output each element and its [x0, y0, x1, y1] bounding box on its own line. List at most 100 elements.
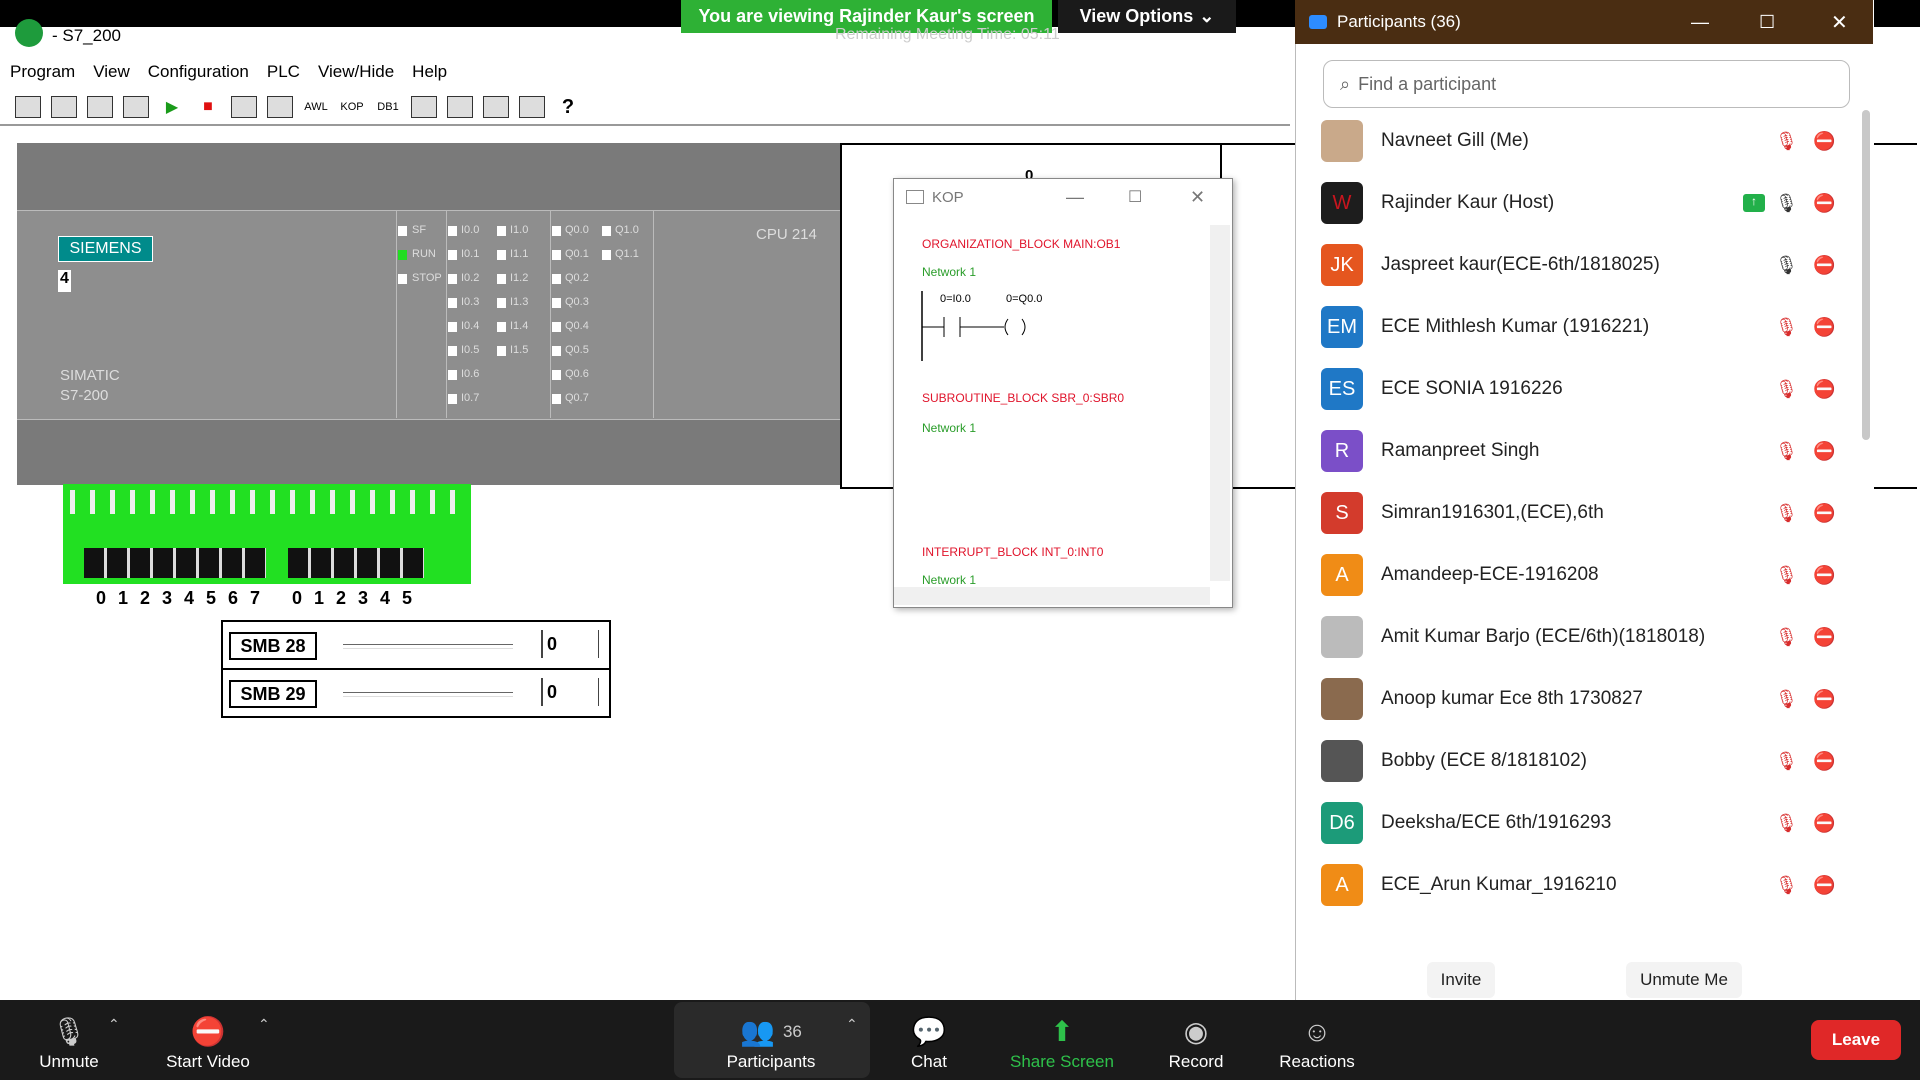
close-icon[interactable]: ✕ — [1190, 187, 1205, 208]
output-led-label: Q0.7 — [565, 392, 589, 404]
mic-muted-icon[interactable]: 🎙 — [1775, 751, 1798, 772]
run-icon[interactable]: ▶ — [158, 95, 186, 119]
start-video-button[interactable]: ⛔ Start Video — [156, 1006, 260, 1078]
participants-scrollbar[interactable] — [1862, 110, 1870, 440]
leave-button[interactable]: Leave — [1811, 1020, 1901, 1060]
computer-icon[interactable] — [266, 95, 294, 119]
participant-name: Deeksha/ECE 6th/1916293 — [1381, 812, 1612, 833]
camera-off-icon[interactable]: ⛔ — [1813, 503, 1835, 524]
td200-icon[interactable] — [482, 95, 510, 119]
unmute-button[interactable]: 🎙 Unmute — [26, 1006, 112, 1078]
save-icon[interactable] — [122, 95, 150, 119]
stop-icon[interactable]: ■ — [194, 95, 222, 119]
avatar: JK — [1321, 244, 1363, 286]
camera-off-icon[interactable]: ⛔ — [1813, 565, 1835, 586]
camera-off-icon[interactable]: ⛔ — [1813, 813, 1835, 834]
smb-value[interactable]: 0 — [541, 678, 599, 706]
smb-slider[interactable] — [343, 644, 513, 649]
view-options-button[interactable]: View Options ⌄ — [1058, 0, 1236, 33]
reactions-button[interactable]: ☺ Reactions — [1272, 1006, 1362, 1078]
mic-muted-icon[interactable]: 🎙 — [1775, 689, 1798, 710]
window-icon[interactable] — [410, 95, 438, 119]
upload-icon[interactable] — [14, 95, 42, 119]
participant-row[interactable]: Anoop kumar Ece 8th 1730827 🎙 ⛔ — [1295, 671, 1855, 727]
input-switches-b[interactable] — [288, 548, 424, 578]
mic-muted-icon[interactable]: 🎙 — [1775, 565, 1798, 586]
minimize-icon[interactable]: — — [1066, 187, 1084, 208]
camera-off-icon[interactable]: ⛔ — [1813, 689, 1835, 710]
participant-row[interactable]: JK Jaspreet kaur(ECE-6th/1818025) 🎙 ⛔ — [1295, 237, 1855, 293]
participant-row[interactable]: EM ECE Mithlesh Kumar (1916221) 🎙 ⛔ — [1295, 299, 1855, 355]
kop-button[interactable]: KOP — [338, 95, 366, 119]
camera-off-icon[interactable]: ⛔ — [1813, 379, 1835, 400]
vertical-scrollbar[interactable] — [1210, 225, 1230, 581]
menu-configuration[interactable]: Configuration — [148, 62, 249, 82]
participant-row[interactable]: A ECE_Arun Kumar_1916210 🎙 ⛔ — [1295, 857, 1855, 913]
smb-value[interactable]: 0 — [541, 630, 599, 658]
monitor-icon[interactable] — [230, 95, 258, 119]
menu-program[interactable]: Program — [10, 62, 75, 82]
participant-row[interactable]: D6 Deeksha/ECE 6th/1916293 🎙 ⛔ — [1295, 795, 1855, 851]
input-switches-a[interactable] — [84, 548, 266, 578]
mic-muted-icon[interactable]: 🎙 — [1775, 131, 1798, 152]
participant-search-input[interactable]: ⌕ Find a participant — [1323, 60, 1850, 108]
camera-off-icon[interactable]: ⛔ — [1813, 751, 1835, 772]
mic-muted-icon[interactable]: 🎙 — [1775, 813, 1798, 834]
participant-row[interactable]: Amit Kumar Barjo (ECE/6th)(1818018) 🎙 ⛔ — [1295, 609, 1855, 665]
mic-muted-icon[interactable]: 🎙 — [1775, 441, 1798, 462]
invite-button[interactable]: Invite — [1427, 962, 1495, 998]
mic-muted-icon[interactable]: 🎙 — [1775, 379, 1798, 400]
chevron-up-icon[interactable]: ⌃ — [108, 1016, 120, 1033]
mic-icon[interactable]: 🎙 — [1775, 255, 1798, 276]
record-button[interactable]: ◉ Record — [1164, 1006, 1228, 1078]
participant-row[interactable]: S Simran1916301,(ECE),6th 🎙 ⛔ — [1295, 485, 1855, 541]
participant-row[interactable]: W Rajinder Kaur (Host) ↑ 🎙 ⛔ — [1295, 175, 1855, 231]
chat-button[interactable]: 💬 Chat — [900, 1006, 958, 1078]
camera-off-icon[interactable]: ⛔ — [1813, 875, 1835, 896]
camera-off-icon[interactable]: ⛔ — [1813, 255, 1835, 276]
unmute-me-button[interactable]: Unmute Me — [1626, 962, 1742, 998]
menu-view[interactable]: View — [93, 62, 130, 82]
smb-slider[interactable] — [343, 692, 513, 697]
stop-label: STOP — [412, 272, 442, 284]
menu-plc[interactable]: PLC — [267, 62, 300, 82]
horizontal-scrollbar[interactable] — [894, 587, 1210, 605]
mic-muted-icon[interactable]: 🎙 — [1775, 503, 1798, 524]
open-icon[interactable] — [86, 95, 114, 119]
mic-muted-icon[interactable]: 🎙 — [1775, 627, 1798, 648]
maximize-icon[interactable]: ☐ — [1759, 12, 1775, 33]
close-icon[interactable]: ✕ — [1831, 10, 1848, 35]
camera-off-icon[interactable]: ⛔ — [1813, 131, 1835, 152]
avatar: ES — [1321, 368, 1363, 410]
config-icon[interactable] — [518, 95, 546, 119]
chart-icon[interactable] — [446, 95, 474, 119]
mic-muted-icon[interactable]: 🎙 — [1775, 317, 1798, 338]
camera-off-icon[interactable]: ⛔ — [1813, 193, 1835, 214]
minimize-icon[interactable]: — — [1691, 12, 1709, 33]
camera-off-icon[interactable]: ⛔ — [1813, 627, 1835, 648]
mic-muted-icon[interactable]: 🎙 — [1775, 875, 1798, 896]
switch-number: 2 — [139, 588, 150, 608]
menu-help[interactable]: Help — [412, 62, 447, 82]
participant-row[interactable]: R Ramanpreet Singh 🎙 ⛔ — [1295, 423, 1855, 479]
menu-view-hide[interactable]: View/Hide — [318, 62, 394, 82]
participant-row[interactable]: Navneet Gill (Me) 🎙 ⛔ — [1295, 113, 1855, 169]
participants-button[interactable]: 👥 36 Participants — [716, 1006, 826, 1078]
download-icon[interactable] — [50, 95, 78, 119]
participant-row[interactable]: A Amandeep-ECE-1916208 🎙 ⛔ — [1295, 547, 1855, 603]
share-screen-button[interactable]: ⬆ Share Screen — [1004, 1006, 1120, 1078]
help-icon[interactable]: ? — [554, 95, 582, 119]
awl-button[interactable]: AWL — [302, 95, 330, 119]
maximize-icon[interactable]: ☐ — [1128, 187, 1142, 207]
camera-off-icon[interactable]: ⛔ — [1813, 441, 1835, 462]
camera-off-icon[interactable]: ⛔ — [1813, 317, 1835, 338]
db1-button[interactable]: DB1 — [374, 95, 402, 119]
participant-row[interactable]: ES ECE SONIA 1916226 🎙 ⛔ — [1295, 361, 1855, 417]
mic-icon[interactable]: 🎙 — [1775, 193, 1798, 214]
participant-row[interactable]: Bobby (ECE 8/1818102) 🎙 ⛔ — [1295, 733, 1855, 789]
input-led-label: I1.4 — [510, 320, 529, 332]
avatar: S — [1321, 492, 1363, 534]
chevron-up-icon[interactable]: ⌃ — [846, 1016, 858, 1033]
chevron-up-icon[interactable]: ⌃ — [258, 1016, 270, 1033]
